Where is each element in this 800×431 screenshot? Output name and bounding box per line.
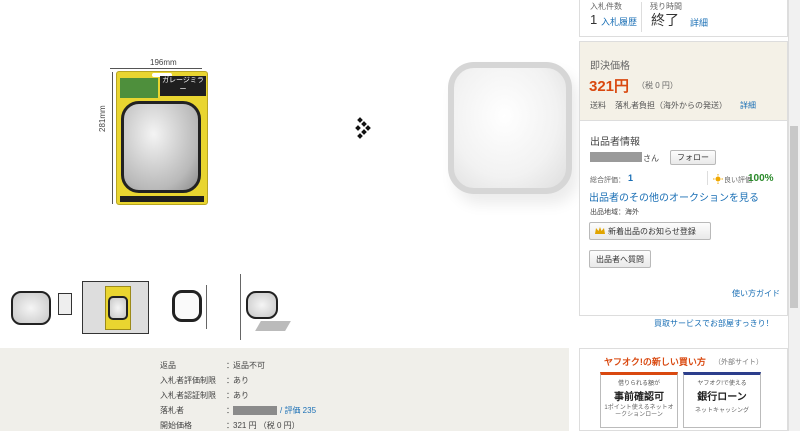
detail-label[interactable]: 入札者評価制限 xyxy=(160,375,216,386)
thumb-divider xyxy=(240,274,241,340)
promo-card1-sub: 1ポイント使えるネットオークションローン xyxy=(604,405,674,418)
other-auctions-link[interactable]: 出品者のその他のオークションを見る xyxy=(589,189,759,204)
bids-label: 入札件数 xyxy=(590,2,622,11)
seller-name-redacted[interactable] xyxy=(590,152,642,162)
package-photo xyxy=(120,78,158,98)
buy-now-label: 即決価格 xyxy=(590,61,630,72)
promo-title: ヤフオク!の新しい買い方 xyxy=(604,357,706,367)
thumbnail-2[interactable] xyxy=(82,281,149,334)
promo-card2-top: ヤフオク!で使える xyxy=(697,381,747,387)
thumb-mirror xyxy=(246,291,278,319)
time-left-value: 終了 xyxy=(651,12,679,28)
promo-card1-top: 借りられる額が xyxy=(617,381,660,387)
detail-value: / 評価 235 xyxy=(233,405,316,416)
next-image-preview[interactable] xyxy=(448,62,572,194)
thumb-arm xyxy=(255,321,291,331)
thumbnail-1[interactable] xyxy=(8,281,75,334)
width-dimension-label: 196mm xyxy=(150,58,177,67)
promo-card1-main: 事前確認可 xyxy=(614,392,664,403)
promo-card2-main: 銀行ローン xyxy=(697,392,747,403)
thumb-mirror xyxy=(11,291,51,325)
good-rating-value: 100% xyxy=(748,173,774,184)
new-listing-alert-label: 新着出品のお知らせ登録 xyxy=(608,226,696,236)
width-dimension-line xyxy=(110,68,202,69)
height-dimension-label: 281mm xyxy=(98,105,107,132)
bid-history-link[interactable]: 入札履歴 xyxy=(601,15,637,28)
detail-value: あり xyxy=(233,376,249,385)
time-detail-link[interactable]: 詳細 xyxy=(690,16,708,29)
crown-icon xyxy=(595,227,605,234)
thumbnail-4[interactable] xyxy=(242,281,309,334)
next-image-icon[interactable] xyxy=(352,116,376,140)
rating-divider xyxy=(707,171,708,185)
promo-card2-sub: ネットキャッシング xyxy=(694,408,749,414)
thumb-mirror xyxy=(172,290,202,322)
winner-rating-link[interactable]: / 評価 235 xyxy=(280,406,316,415)
thumb-wall-line xyxy=(206,285,207,329)
seller-section-title: 出品者情報 xyxy=(590,137,640,148)
detail-value: 返品不可 xyxy=(233,361,265,370)
item-detail-section xyxy=(0,348,569,431)
follow-button[interactable]: フォロー xyxy=(670,150,716,165)
seller-region: 出品地域：海外 xyxy=(590,209,639,216)
bids-count: 1 xyxy=(590,12,598,27)
detail-value: 321 円 （税 0 円） xyxy=(233,421,300,430)
buy-now-tax: （税 0 円） xyxy=(637,81,678,90)
promo-card-loan-check[interactable]: 借りられる額が 事前確認可 1ポイント使えるネットオークションローン xyxy=(600,372,678,428)
winner-name-redacted xyxy=(233,406,277,416)
shipping-label: 送料 xyxy=(590,101,606,110)
package-mirror xyxy=(121,101,201,193)
rating-label: 総合評価： xyxy=(590,177,625,184)
detail-label: 開始価格 xyxy=(160,421,192,430)
buy-now-price: 321円 xyxy=(589,78,630,95)
thumb-package-mirror xyxy=(108,296,128,320)
package-footer-strip xyxy=(120,196,204,202)
question-seller-button[interactable]: 出品者へ質問 xyxy=(589,250,651,268)
detail-label[interactable]: 入札者認証制限 xyxy=(160,390,216,401)
rating-value[interactable]: 1 xyxy=(628,173,633,183)
new-listing-alert-button[interactable]: 新着出品のお知らせ登録 xyxy=(589,222,711,240)
promo-title-note: （外部サイト） xyxy=(714,359,763,366)
height-dimension-line xyxy=(112,72,113,204)
thumb-bracket xyxy=(58,293,72,315)
detail-value: あり xyxy=(233,391,249,400)
detail-label: 落札者 xyxy=(160,406,184,415)
package-title: ガレージミラー xyxy=(160,76,206,96)
buyback-service-link[interactable]: 買取サービスでお部屋すっきり！ xyxy=(654,318,774,329)
shipping-value: 落札者負担（海外からの発送） xyxy=(615,101,727,110)
detail-label: 返品 xyxy=(160,361,176,370)
promo-card-bank-loan[interactable]: ヤフオク!で使える 銀行ローン ネットキャッシング xyxy=(683,372,761,428)
scrollbar-thumb[interactable] xyxy=(790,126,798,308)
shipping-detail-link[interactable]: 詳細 xyxy=(740,100,756,111)
bid-status-divider xyxy=(641,2,642,32)
sun-icon xyxy=(713,174,723,184)
seller-name-suffix: さん xyxy=(643,154,659,163)
usage-guide-link[interactable]: 使い方ガイド xyxy=(732,288,780,299)
thumbnail-3[interactable] xyxy=(160,281,227,334)
